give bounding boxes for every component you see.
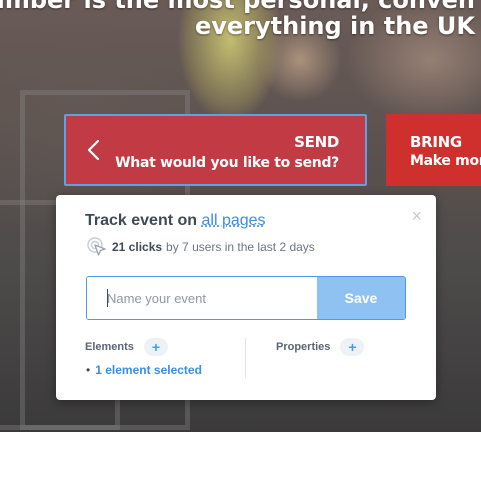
send-card-subtitle: What would you like to send? [115, 155, 339, 171]
bring-card[interactable]: BRING Make mon [386, 114, 481, 186]
popup-title-prefix: Track event on [85, 212, 198, 229]
add-element-button[interactable]: + [143, 338, 168, 356]
click-stats-detail: by 7 users in the last 2 days [166, 240, 315, 254]
send-card[interactable]: SEND What would you like to send? [64, 114, 367, 186]
all-pages-link[interactable]: all pages [202, 212, 266, 229]
elements-label: Elements [85, 341, 134, 353]
chevron-left-icon[interactable] [84, 138, 106, 162]
section-divider [245, 338, 246, 378]
bring-card-title: BRING [410, 133, 462, 151]
send-card-title: SEND [294, 133, 339, 151]
properties-label: Properties [276, 341, 331, 353]
event-name-form: Save [86, 276, 406, 320]
cursor-click-icon [87, 237, 106, 256]
popup-title: Track event on all pages [85, 212, 266, 230]
elements-section: Elements + [85, 338, 168, 356]
add-property-button[interactable]: + [340, 338, 365, 356]
selected-elements[interactable]: • 1 element selected [86, 363, 202, 377]
track-event-popup: × Track event on all pages 21 clicks by … [56, 195, 436, 400]
bring-card-subtitle: Make mon [410, 153, 481, 169]
event-name-input[interactable] [87, 277, 317, 319]
hero-headline-line-2: everything in the UK [194, 12, 475, 40]
bullet-icon: • [86, 363, 91, 377]
click-count: 21 clicks [112, 240, 163, 254]
click-stats: 21 clicks by 7 users in the last 2 days [86, 236, 315, 258]
properties-section: Properties + [276, 338, 365, 356]
selected-elements-label: 1 element selected [95, 363, 202, 377]
text-caret [107, 289, 108, 307]
close-icon[interactable]: × [411, 207, 422, 225]
save-button[interactable]: Save [317, 277, 405, 319]
